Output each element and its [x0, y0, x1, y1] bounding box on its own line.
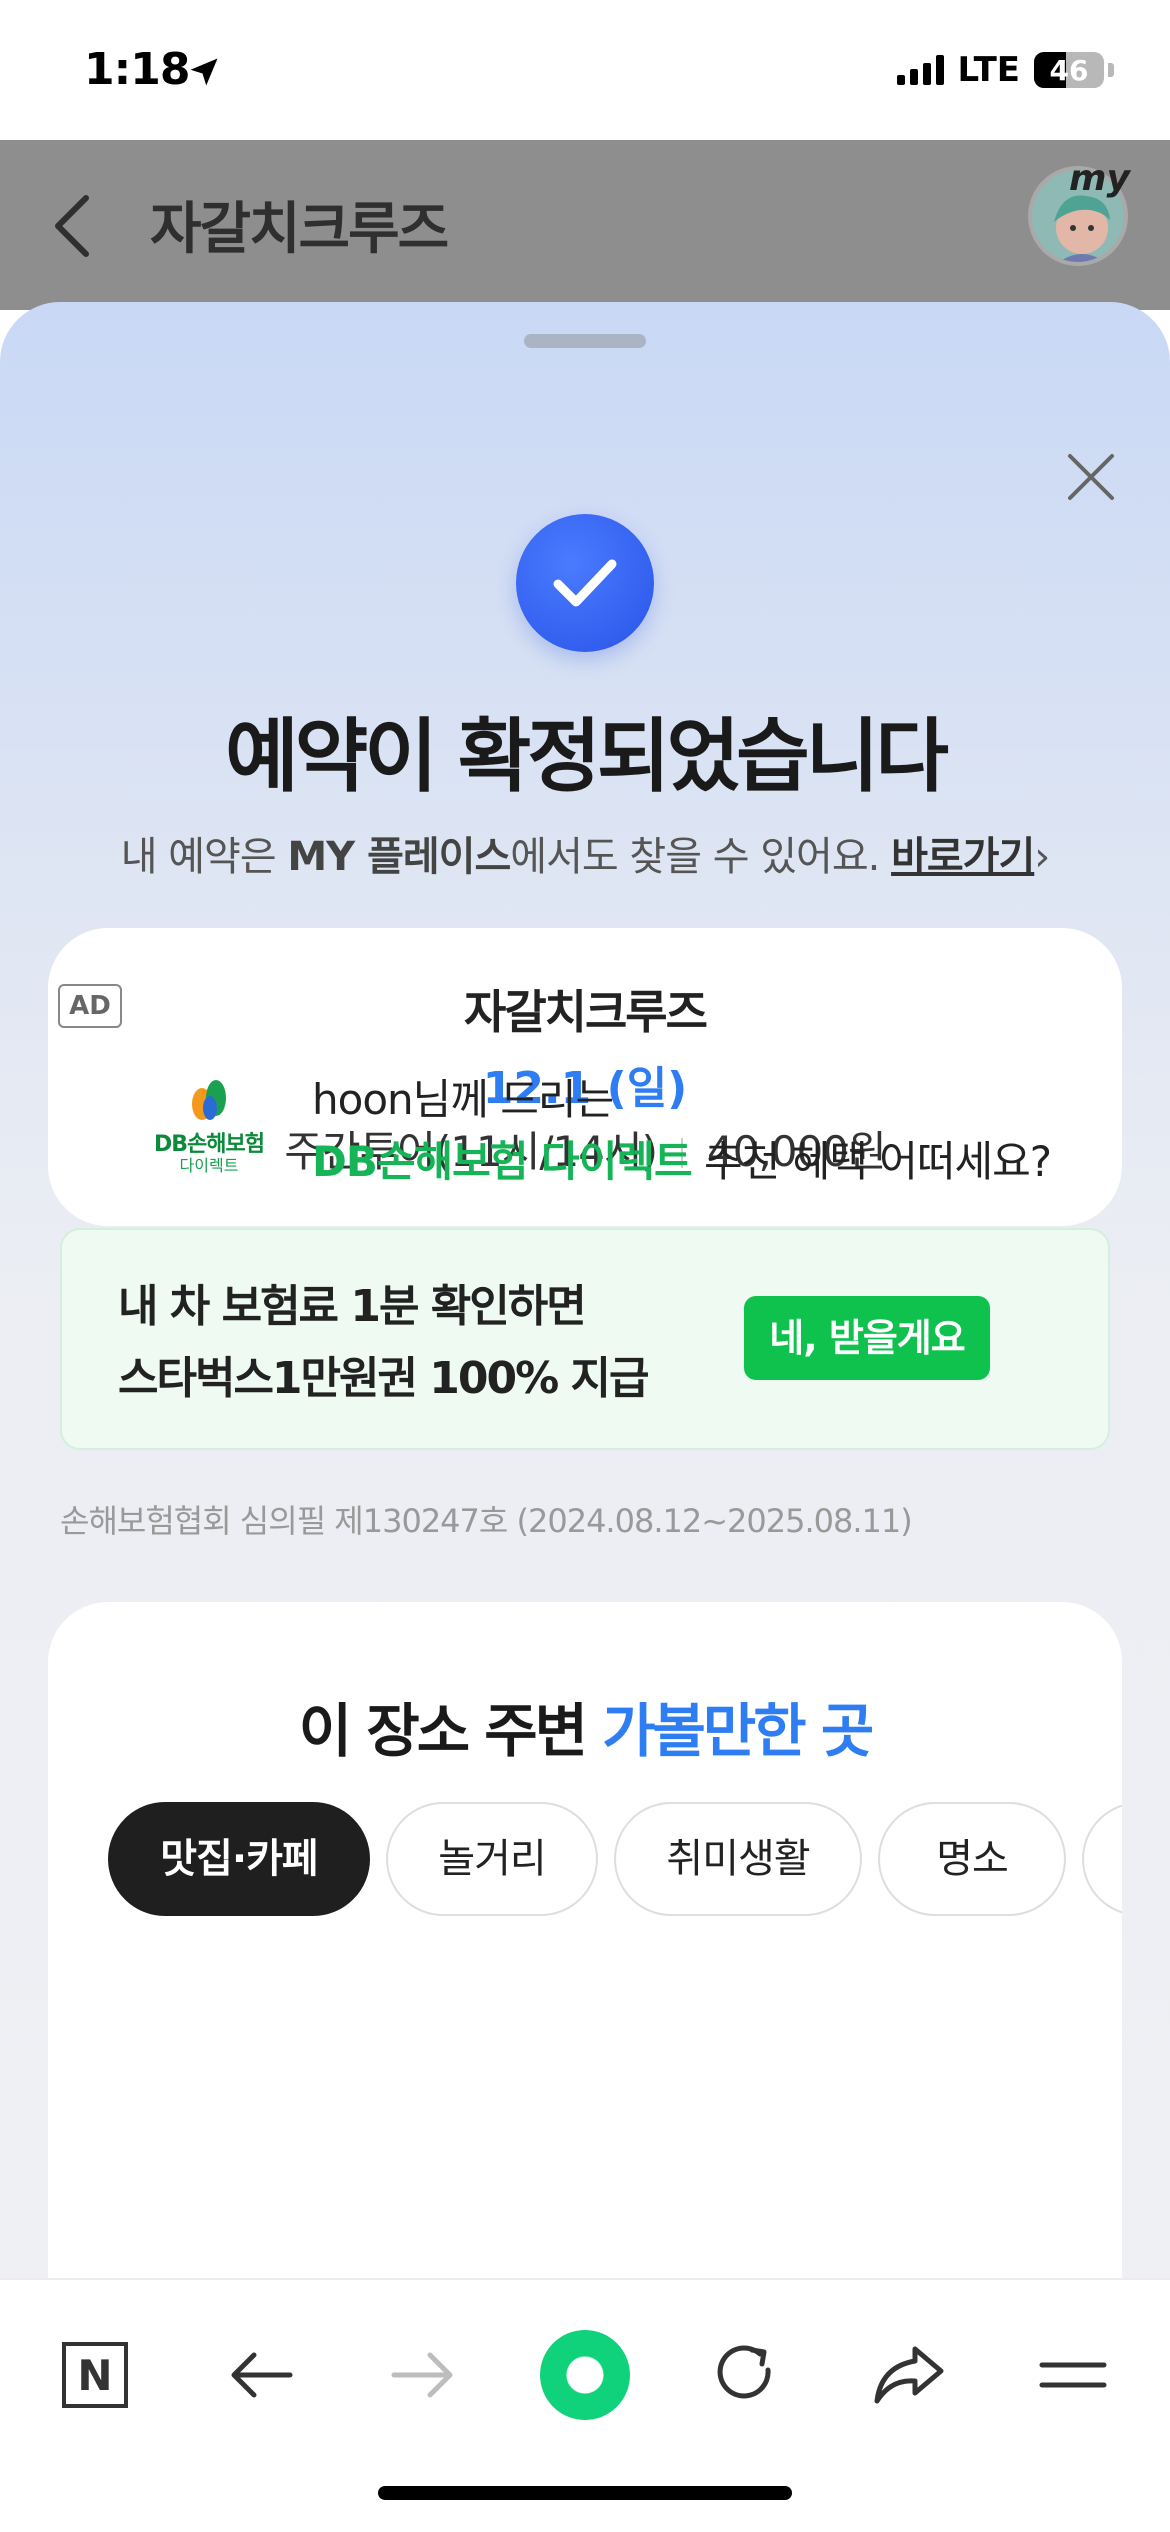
ad-disclaimer: 손해보험협회 심의필 제130247호 (2024.08.12~2025.08.…	[60, 1502, 913, 1540]
home-indicator[interactable]	[378, 2486, 792, 2500]
ad-badge: AD	[58, 984, 122, 1028]
ad-greeting: hoon님께 드리는	[312, 1075, 614, 1124]
network-type: LTE	[957, 50, 1020, 90]
accept-offer-button[interactable]: 네, 받을게요	[744, 1296, 990, 1380]
status-time: 1:18	[84, 44, 190, 95]
chip-activities[interactable]: 놀거리	[386, 1802, 598, 1916]
page-title: 자갈치크루즈	[150, 197, 449, 262]
chip-attractions[interactable]: 명소	[878, 1802, 1066, 1916]
naver-letter: N	[62, 2342, 128, 2408]
location-arrow-icon	[190, 58, 218, 86]
confirmation-subtitle: 내 예약은 MY 플레이스에서도 찾을 수 있어요. 바로가기›	[0, 824, 1170, 882]
booking-place-name: 자갈치크루즈	[464, 985, 708, 1039]
status-indicators: LTE 46	[896, 50, 1114, 90]
page-header: 자갈치크루즈 my	[0, 140, 1170, 310]
green-dot-icon[interactable]	[530, 2320, 640, 2430]
nearby-places-card: 이 장소 주변 가볼만한 곳 맛집·카페 놀거리 취미생활 명소	[48, 1602, 1122, 2302]
refresh-icon[interactable]	[692, 2320, 802, 2430]
shortcut-link[interactable]: 바로가기	[891, 834, 1035, 880]
chip-more[interactable]	[1082, 1802, 1122, 1916]
sheet-grabber[interactable]	[524, 334, 646, 348]
close-icon[interactable]	[1056, 442, 1126, 512]
battery-icon: 46	[1034, 52, 1104, 88]
db-logo-mark-icon	[192, 1080, 226, 1120]
subtitle-my-place: MY 플레이스	[287, 834, 511, 880]
ad-headline: DB손해보험 다이렉트 추천 혜택 어떠세요?	[312, 1128, 1052, 1189]
battery-level: 46	[1049, 54, 1089, 87]
chip-hobbies[interactable]: 취미생활	[614, 1802, 862, 1916]
subtitle-suffix: 에서도 찾을 수 있어요.	[510, 834, 880, 880]
my-badge: my	[1069, 158, 1130, 199]
battery-tip	[1108, 63, 1114, 77]
promo-line-1: 내 차 보험료 1분 확인하면	[118, 1281, 587, 1332]
menu-icon[interactable]	[1018, 2320, 1128, 2430]
ad-headline-suffix: 추천 혜택 어떠세요?	[691, 1137, 1052, 1186]
db-insurance-logo: DB손해보험 다이렉트	[140, 1054, 278, 1192]
status-bar: 1:18 LTE 46	[0, 0, 1170, 140]
chevron-right-icon[interactable]: ›	[1034, 834, 1050, 880]
back-arrow-icon[interactable]	[206, 2320, 316, 2430]
db-logo-subtext: 다이렉트	[179, 1156, 239, 1175]
naver-n-icon[interactable]: N	[40, 2320, 150, 2430]
forward-arrow-icon[interactable]	[368, 2320, 478, 2430]
check-circle-icon	[516, 514, 654, 652]
nearby-title: 이 장소 주변 가볼만한 곳	[48, 1684, 1122, 1768]
ad-brand: DB손해보험 다이렉트	[312, 1137, 693, 1186]
subtitle-prefix: 내 예약은	[120, 834, 288, 880]
chip-food-cafe[interactable]: 맛집·카페	[108, 1802, 370, 1916]
nearby-title-prefix: 이 장소 주변	[298, 1697, 603, 1765]
confirmation-title: 예약이 확정되었습니다	[225, 710, 949, 803]
nearby-title-highlight: 가볼만한 곳	[602, 1697, 874, 1765]
signal-icon	[896, 55, 944, 85]
share-icon[interactable]	[854, 2320, 964, 2430]
promo-line-2: 스타벅스1만원권 100% 지급	[118, 1353, 650, 1404]
back-chevron-icon[interactable]	[50, 192, 94, 260]
